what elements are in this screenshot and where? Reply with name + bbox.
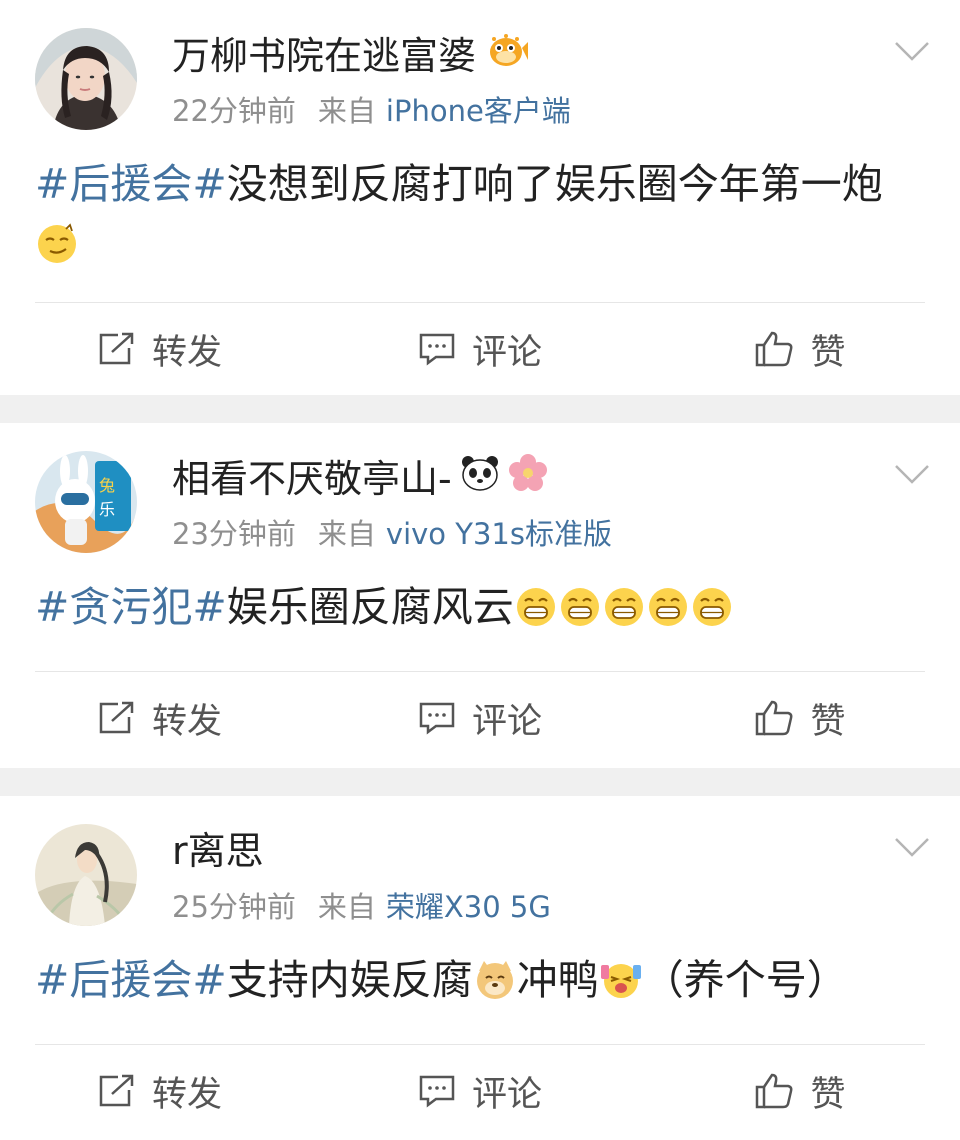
post-text: 冲鸭: [516, 956, 599, 1004]
comment-button[interactable]: 评论: [320, 1066, 640, 1117]
like-button[interactable]: 赞: [640, 324, 960, 375]
repost-button[interactable]: 转发: [0, 324, 320, 375]
cheer-emoji-icon: [600, 957, 642, 1017]
source-label: 来自: [317, 517, 376, 551]
user-name-text: 万柳书院在逃富婆: [172, 34, 477, 78]
device-link[interactable]: iPhone客户端: [386, 94, 571, 128]
repost-label: 转发: [151, 332, 222, 373]
comment-icon: [419, 702, 455, 735]
action-bar: 转发 评论 赞: [0, 1045, 960, 1137]
post-header: 兔 乐 相看不厌敬亭山- 23分钟前 来自 vivo Y31s标准版: [0, 423, 960, 553]
user-name[interactable]: 万柳书院在逃富婆: [172, 30, 529, 82]
post-text: 娱乐圈反腐风云: [226, 583, 514, 631]
avatar[interactable]: [35, 824, 137, 926]
like-button[interactable]: 赞: [640, 693, 960, 744]
post-content: #贪污犯#娱乐圈反腐风云: [0, 549, 960, 671]
comment-button[interactable]: 评论: [320, 324, 640, 375]
topic-link[interactable]: #后援会#: [35, 956, 227, 1004]
grin-emoji-icon: [647, 584, 689, 644]
like-icon: [756, 331, 793, 367]
grin-emoji-icon: [559, 584, 601, 644]
repost-label: 转发: [151, 701, 222, 742]
user-name-text: r离思: [172, 829, 264, 873]
post-meta: 25分钟前 来自 荣耀X30 5G: [172, 888, 551, 926]
source-label: 来自: [317, 94, 376, 128]
chevron-down-icon[interactable]: [894, 463, 930, 485]
like-icon: [756, 700, 793, 736]
like-label: 赞: [810, 332, 846, 373]
post-text: 没想到反腐打响了娱乐圈今年第一炮: [226, 160, 883, 208]
post-meta: 22分钟前 来自 iPhone客户端: [172, 92, 571, 130]
repost-icon: [99, 1074, 134, 1107]
comment-label: 评论: [471, 332, 542, 373]
user-name[interactable]: r离思: [172, 826, 264, 876]
chevron-down-icon[interactable]: [894, 40, 930, 62]
comment-button[interactable]: 评论: [320, 693, 640, 744]
user-name[interactable]: 相看不厌敬亭山-: [172, 453, 548, 505]
feed-post: 万柳书院在逃富婆 22分钟前 来自 iPhone客户端 #后援会#没想到反腐打响…: [0, 0, 960, 395]
device-link[interactable]: 荣耀X30 5G: [386, 890, 551, 924]
avatar[interactable]: [35, 28, 137, 130]
repost-label: 转发: [151, 1074, 222, 1115]
chevron-down-icon[interactable]: [894, 836, 930, 858]
like-label: 赞: [810, 1074, 846, 1115]
post-text: （养个号）: [642, 956, 848, 1004]
like-icon: [756, 1073, 793, 1109]
svg-text:兔: 兔: [99, 476, 115, 495]
smirk-emoji-icon: [36, 221, 78, 281]
grin-emoji-icon: [515, 584, 557, 644]
pufferfish-badge-icon: [484, 30, 529, 82]
post-text: 支持内娱反腐: [226, 956, 473, 1004]
user-name-text: 相看不厌敬亭山-: [172, 457, 452, 501]
feed-post: 兔 乐 相看不厌敬亭山- 23分钟前 来自 vivo Y31s标准版 #贪污犯#…: [0, 423, 960, 768]
topic-link[interactable]: #后援会#: [35, 160, 227, 208]
avatar[interactable]: 兔 乐: [35, 451, 137, 553]
comment-label: 评论: [471, 701, 542, 742]
post-header: 万柳书院在逃富婆 22分钟前 来自 iPhone客户端: [0, 0, 960, 130]
post-time: 23分钟前: [172, 517, 296, 551]
post-header: r离思 25分钟前 来自 荣耀X30 5G: [0, 796, 960, 926]
action-bar: 转发 评论 赞: [0, 303, 960, 395]
like-button[interactable]: 赞: [640, 1066, 960, 1117]
comment-label: 评论: [471, 1074, 542, 1115]
svg-text:乐: 乐: [99, 500, 115, 519]
post-content: #后援会#没想到反腐打响了娱乐圈今年第一炮: [0, 126, 960, 302]
repost-icon: [99, 701, 134, 734]
grin-emoji-icon: [691, 584, 733, 644]
repost-icon: [99, 332, 134, 365]
grin-emoji-icon: [603, 584, 645, 644]
source-label: 来自: [317, 890, 376, 924]
doge-emoji-icon: [474, 957, 516, 1017]
post-meta: 23分钟前 来自 vivo Y31s标准版: [172, 515, 612, 553]
post-content: #后援会#支持内娱反腐 冲鸭 （养个号）: [0, 922, 960, 1044]
feed-post: r离思 25分钟前 来自 荣耀X30 5G #后援会#支持内娱反腐 冲鸭 （养个号） 转…: [0, 796, 960, 1140]
device-link[interactable]: vivo Y31s标准版: [386, 517, 612, 551]
post-time: 22分钟前: [172, 94, 296, 128]
topic-link[interactable]: #贪污犯#: [35, 583, 227, 631]
repost-button[interactable]: 转发: [0, 693, 320, 744]
comment-icon: [419, 1075, 455, 1108]
repost-button[interactable]: 转发: [0, 1066, 320, 1117]
panda-badge-icon: [460, 454, 500, 504]
post-time: 25分钟前: [172, 890, 296, 924]
blossom-badge-icon: [508, 453, 548, 505]
action-bar: 转发 评论 赞: [0, 672, 960, 764]
comment-icon: [419, 333, 455, 366]
like-label: 赞: [810, 701, 846, 742]
